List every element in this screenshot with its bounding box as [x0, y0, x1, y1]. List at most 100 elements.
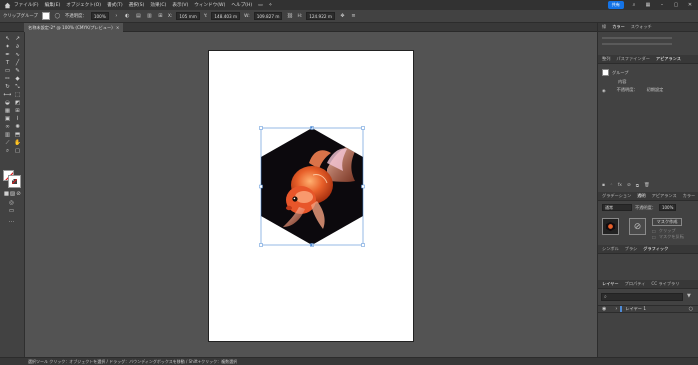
- clip-checkbox-icon[interactable]: ☐: [652, 229, 656, 234]
- fill-stroke-widget[interactable]: [3, 170, 21, 188]
- recolor-icon[interactable]: ◐: [124, 13, 131, 20]
- menu-file[interactable]: ファイル(F): [14, 2, 39, 8]
- line-tool-icon[interactable]: ╱: [13, 60, 22, 67]
- lasso-tool-icon[interactable]: ∂: [13, 44, 22, 51]
- paintbrush-tool-icon[interactable]: ✎: [13, 68, 22, 75]
- rectangle-tool-icon[interactable]: ▭: [3, 68, 12, 75]
- blend-tool-icon[interactable]: ∞: [3, 124, 12, 131]
- fx-icon[interactable]: fx: [618, 183, 622, 189]
- tab-appearance-2[interactable]: アピアランス: [652, 193, 677, 199]
- artboard-tool-icon[interactable]: ⬒: [13, 132, 22, 139]
- search-icon[interactable]: ⌕: [630, 1, 638, 9]
- clip-group-artwork[interactable]: [209, 51, 415, 343]
- hand-tool-icon[interactable]: ✋: [13, 140, 22, 147]
- tab-color-2[interactable]: カラー: [683, 193, 696, 199]
- share-button[interactable]: 共有: [607, 1, 624, 9]
- menu-icon[interactable]: ≡: [350, 13, 357, 20]
- none-mode-icon[interactable]: ⊘: [14, 191, 23, 198]
- menu-edit[interactable]: 編集(E): [45, 2, 61, 8]
- gpu-icon[interactable]: ✧: [269, 3, 273, 8]
- x-field[interactable]: 105 mm: [176, 12, 200, 20]
- maximize-icon[interactable]: ▢: [672, 1, 680, 9]
- layer-name[interactable]: レイヤー 1: [625, 306, 646, 312]
- menu-effect[interactable]: 効果(C): [150, 2, 166, 8]
- document-tab[interactable]: 名称未設定-2* @ 100% (CMYK/プレビュー) ×: [24, 23, 124, 32]
- trash-icon[interactable]: 🗑: [644, 183, 650, 189]
- tab-appearance[interactable]: アピアランス: [656, 56, 681, 62]
- rotate-tool-icon[interactable]: ↻: [3, 84, 12, 91]
- screen-mode-icon[interactable]: ▭: [7, 208, 16, 215]
- type-tool-icon[interactable]: T: [3, 60, 12, 67]
- circle-icon[interactable]: ◦: [610, 183, 613, 189]
- gradient-tool-icon[interactable]: ▣: [3, 116, 12, 123]
- layers-search-field[interactable]: ⌕: [601, 293, 683, 301]
- y-field[interactable]: 148.403 m: [211, 12, 241, 20]
- document-close-button[interactable]: ×: [116, 25, 120, 30]
- shape-builder-tool-icon[interactable]: ◒: [3, 100, 12, 107]
- invert-mask-option[interactable]: ☐ マスクを反転: [652, 234, 684, 240]
- curvature-tool-icon[interactable]: ∿: [13, 52, 22, 59]
- menu-window[interactable]: ウィンドウ(W): [194, 2, 225, 8]
- tab-properties[interactable]: プロパティ: [625, 281, 646, 287]
- transform-grid-icon[interactable]: ⊞: [157, 13, 164, 20]
- free-transform-tool-icon[interactable]: ⬚: [13, 92, 22, 99]
- eraser-tool-icon[interactable]: ◆: [13, 76, 22, 83]
- layer-target-icon[interactable]: ○: [689, 306, 693, 312]
- stroke-swatch[interactable]: [8, 175, 21, 188]
- mask-button[interactable]: マスク作成: [652, 218, 682, 226]
- invert-checkbox-icon[interactable]: ☐: [652, 235, 656, 240]
- duplicate-icon[interactable]: ⧉: [636, 183, 639, 189]
- opacity-field[interactable]: 100%: [90, 12, 109, 20]
- fill-swatch[interactable]: [41, 12, 50, 20]
- selection-tool-icon[interactable]: ↖: [3, 36, 12, 43]
- appearance-contents-row[interactable]: 内容: [618, 79, 626, 85]
- artboard[interactable]: [208, 50, 414, 342]
- mesh-tool-icon[interactable]: ⊞: [13, 108, 22, 115]
- h-field[interactable]: 124.922 m: [306, 12, 335, 20]
- visibility-eye-icon[interactable]: ◉: [602, 88, 606, 93]
- width-tool-icon[interactable]: ⟷: [3, 92, 12, 99]
- appearance-opacity-value[interactable]: 初期設定: [647, 87, 664, 93]
- tab-stroke[interactable]: 線: [602, 24, 606, 30]
- close-icon[interactable]: ✕: [686, 1, 694, 9]
- magic-wand-tool-icon[interactable]: ✦: [3, 44, 12, 51]
- filter-icon[interactable]: ▼: [687, 293, 691, 299]
- menu-select[interactable]: 選択(S): [129, 2, 145, 8]
- pen-tool-icon[interactable]: ✒: [3, 52, 12, 59]
- chevron-right-icon[interactable]: ›: [113, 13, 120, 20]
- opacity-field[interactable]: 100%: [658, 204, 677, 211]
- appearance-group-row[interactable]: グループ: [602, 69, 629, 76]
- tab-layers[interactable]: レイヤー: [602, 281, 619, 287]
- pencil-tool-icon[interactable]: ✏: [3, 76, 12, 83]
- object-thumbnail[interactable]: [602, 218, 619, 235]
- edit-toolbar-icon[interactable]: …: [7, 218, 16, 225]
- zoom-tool-icon[interactable]: ⌕: [3, 148, 12, 155]
- column-graph-tool-icon[interactable]: ▥: [3, 132, 12, 139]
- draw-mode-icon[interactable]: ◎: [7, 200, 16, 207]
- arrange-icon[interactable]: ▦: [644, 1, 652, 9]
- live-paint-tool-icon[interactable]: ◩: [13, 100, 22, 107]
- mask-thumbnail[interactable]: ⊘: [629, 218, 646, 235]
- eyedropper-tool-icon[interactable]: ⌇: [13, 116, 22, 123]
- artboard-icon[interactable]: ▤: [135, 13, 142, 20]
- align-icon[interactable]: ▥: [146, 13, 153, 20]
- tab-align[interactable]: 整列: [602, 56, 610, 62]
- transform-icon[interactable]: ✥: [339, 13, 346, 20]
- minimize-icon[interactable]: –: [658, 1, 666, 9]
- layer-row[interactable]: ◉ › レイヤー 1 ○: [598, 305, 698, 313]
- blend-mode-select[interactable]: 通常: [602, 204, 632, 211]
- tab-cc-libraries[interactable]: CC ライブラリ: [651, 281, 679, 287]
- clear-icon[interactable]: ⊘: [627, 183, 631, 189]
- tab-color[interactable]: カラー: [612, 24, 625, 30]
- perspective-grid-tool-icon[interactable]: ▦: [3, 108, 12, 115]
- menu-type[interactable]: 書式(T): [107, 2, 123, 8]
- menu-view[interactable]: 表示(V): [172, 2, 188, 8]
- canvas-area[interactable]: [25, 32, 597, 357]
- home-icon[interactable]: [0, 0, 14, 10]
- square-icon[interactable]: ▪: [602, 183, 605, 189]
- tab-pathfinder[interactable]: パスファインダー: [616, 56, 650, 62]
- tab-gradient[interactable]: グラデーション: [602, 193, 631, 199]
- tab-symbols[interactable]: シンボル: [602, 246, 619, 252]
- w-field[interactable]: 109.827 m: [253, 12, 283, 20]
- link-icon[interactable]: ⛓: [286, 13, 293, 20]
